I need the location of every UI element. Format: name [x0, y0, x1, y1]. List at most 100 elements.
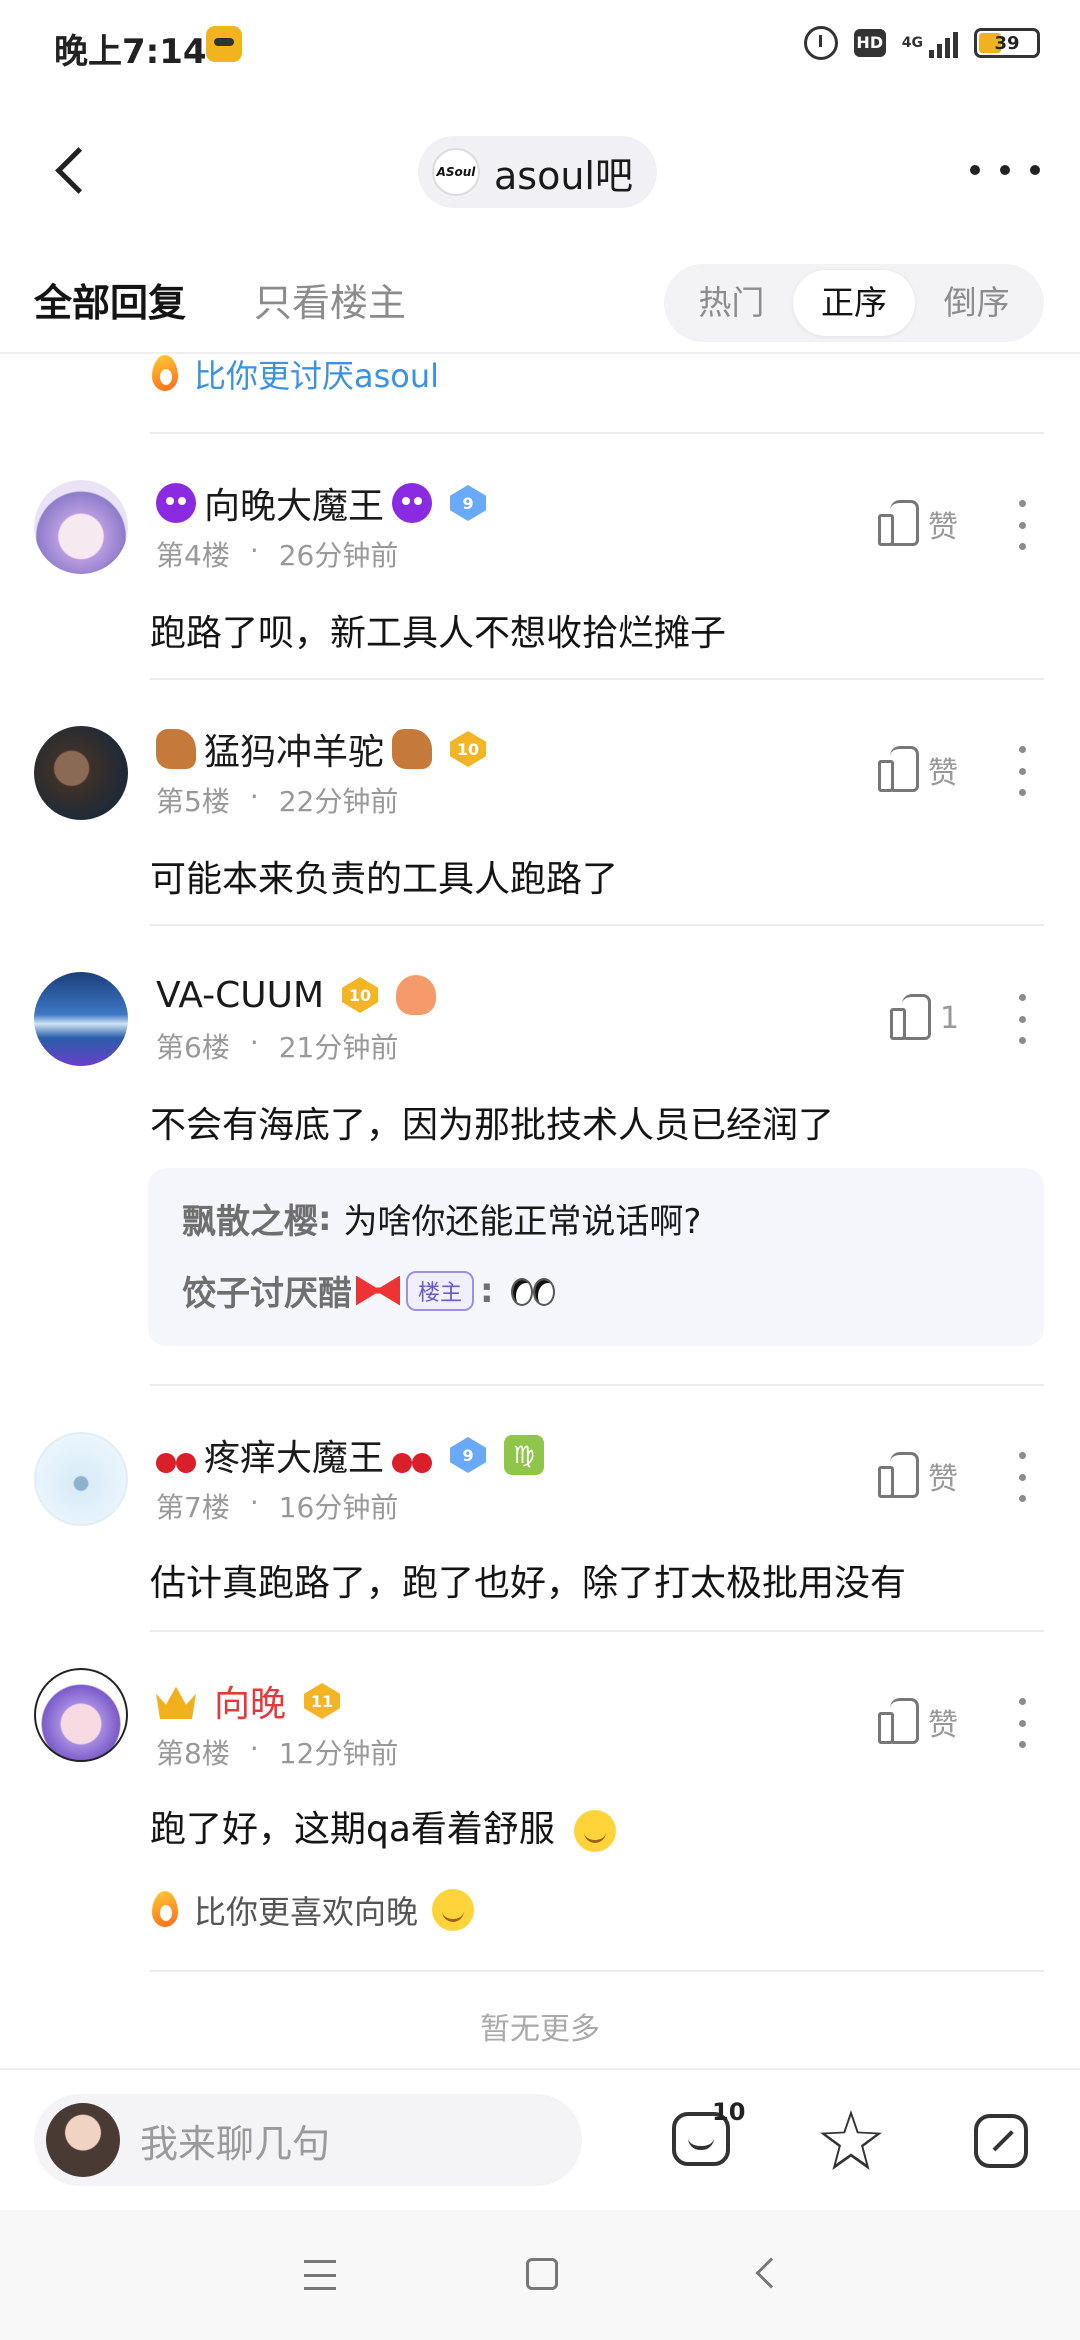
like-count: 1	[940, 1000, 960, 1036]
sub-reply-box[interactable]: 飘散之樱: 为啥你还能正常说话啊? 饺子讨厌醋 楼主 :	[148, 1168, 1044, 1346]
reply-content-row: 跑了好，这期qa看着舒服	[150, 1800, 617, 1852]
reply-content: 可能本来负责的工具人跑路了	[150, 859, 619, 900]
like-button[interactable]: 赞	[878, 746, 958, 792]
avatar[interactable]	[34, 480, 128, 574]
reply-time: 26分钟前	[278, 539, 399, 572]
app-notification-icon	[206, 26, 242, 62]
virgo-badge-icon: ♍	[504, 1435, 545, 1475]
level-badge: 9	[450, 1437, 487, 1473]
network-type: 4G	[901, 35, 923, 51]
username[interactable]: VA-CUUM	[156, 975, 324, 1016]
reply-content: 跑路了呗，新工具人不想收拾烂摊子	[150, 613, 727, 654]
sort-segmented-control: 热门 正序 倒序	[664, 264, 1044, 342]
reply-content: 估计真跑路了，跑了也好，除了打太极批用没有	[150, 1563, 907, 1604]
reply-meta: 第4楼 · 26分钟前	[156, 534, 399, 572]
username[interactable]: 猛犸冲羊驼	[204, 723, 384, 775]
share-icon[interactable]	[974, 2114, 1028, 2168]
cherry-emoji-icon	[392, 1435, 433, 1475]
back-button[interactable]	[40, 140, 100, 200]
thumbs-up-icon	[878, 500, 919, 546]
level-badge: 11	[304, 1683, 341, 1719]
like-count: 赞	[928, 756, 958, 791]
divider	[150, 924, 1044, 926]
like-button[interactable]: 赞	[878, 500, 958, 546]
floor-number: 第5楼	[156, 785, 230, 818]
avatar[interactable]	[34, 726, 128, 820]
fan-badge-icon	[396, 975, 437, 1015]
like-button[interactable]: 1	[890, 994, 960, 1040]
alarm-icon	[803, 26, 838, 60]
avatar[interactable]	[34, 972, 128, 1066]
bottom-action-bar: 我来聊几句 10	[0, 2068, 1080, 2208]
sort-ascending[interactable]: 正序	[792, 270, 916, 336]
reply-more-button[interactable]	[1012, 500, 1032, 550]
divider	[150, 678, 1044, 680]
sub-reply-author[interactable]: 饺子讨厌醋	[182, 1266, 352, 1315]
smile-emoji-icon	[574, 1810, 617, 1852]
reply-more-button[interactable]	[1012, 1452, 1032, 1502]
reply-time: 16分钟前	[278, 1491, 399, 1524]
system-back-icon[interactable]	[755, 2257, 787, 2289]
avatar[interactable]	[34, 1668, 128, 1762]
reply-more-button[interactable]	[1012, 1698, 1032, 1748]
forum-avatar: ASoul	[432, 148, 480, 196]
sort-hot[interactable]: 热门	[670, 270, 793, 336]
like-count: 赞	[928, 1462, 958, 1497]
smile-emoji-icon	[432, 1889, 475, 1931]
tail-text: 比你更讨厌asoul	[194, 357, 440, 395]
divider	[150, 1630, 1044, 1632]
reply-filter-tabs: 全部回复 只看楼主 热门 正序 倒序	[0, 250, 1080, 354]
username[interactable]: 向晚	[214, 1675, 286, 1727]
system-nav-bar	[0, 2210, 1080, 2340]
top-nav: ASoul asoul吧	[0, 110, 1080, 230]
sub-reply-author[interactable]: 飘散之樱	[182, 1194, 318, 1243]
reply-meta: 第8楼 · 12分钟前	[156, 1732, 399, 1770]
sort-descending[interactable]: 倒序	[915, 270, 1038, 336]
more-options-button[interactable]	[970, 150, 1040, 190]
sub-reply: 飘散之樱: 为啥你还能正常说话啊?	[182, 1194, 701, 1243]
horse-emoji-icon	[392, 729, 433, 769]
tail-flame-icon	[150, 353, 180, 395]
hd-icon: HD	[853, 29, 886, 57]
level-badge: 10	[450, 731, 487, 767]
horse-emoji-icon	[156, 729, 196, 769]
like-count: 赞	[928, 1708, 958, 1743]
tail-text: 比你更喜欢向晚	[194, 1893, 419, 1931]
forum-chip[interactable]: ASoul asoul吧	[418, 136, 657, 208]
tab-owner-only[interactable]: 只看楼主	[254, 272, 406, 327]
username-row: VA-CUUM 10	[156, 970, 437, 1020]
reply-more-button[interactable]	[1012, 994, 1032, 1044]
level-badge: 9	[450, 485, 487, 521]
divider	[150, 432, 1044, 434]
tail-flame-icon	[150, 1889, 180, 1931]
reply-tail[interactable]: 比你更讨厌asoul	[150, 344, 439, 404]
devil-emoji-icon	[156, 483, 196, 523]
recent-apps-icon[interactable]	[304, 2260, 336, 2290]
reply-tail[interactable]: 比你更喜欢向晚	[150, 1880, 475, 1940]
avatar[interactable]	[34, 1432, 128, 1526]
username[interactable]: 向晚大魔王	[204, 477, 384, 529]
reply-more-button[interactable]	[1012, 746, 1032, 796]
bow-emoji-icon	[356, 1275, 400, 1306]
forum-name: asoul吧	[494, 153, 633, 198]
reply-meta: 第5楼 · 22分钟前	[156, 780, 399, 818]
reply-input[interactable]: 我来聊几句	[34, 2094, 582, 2186]
like-button[interactable]: 赞	[878, 1452, 958, 1498]
reply-content: 不会有海底了，因为那批技术人员已经润了	[150, 1105, 835, 1146]
tab-all-replies[interactable]: 全部回复	[34, 272, 186, 327]
thumbs-up-icon	[878, 1452, 919, 1498]
crown-icon	[156, 1686, 196, 1719]
username[interactable]: 疼痒大魔王	[204, 1429, 384, 1481]
reply-meta: 第7楼 · 16分钟前	[156, 1486, 399, 1524]
my-avatar	[46, 2103, 120, 2177]
no-more-label: 暂无更多	[480, 2012, 600, 2047]
reply-time: 22分钟前	[278, 785, 399, 818]
status-time: 晚上7:14	[54, 32, 207, 72]
divider	[150, 1384, 1044, 1386]
floor-number: 第7楼	[156, 1491, 230, 1524]
favorite-star-icon[interactable]	[820, 2110, 882, 2170]
owner-tag: 楼主	[406, 1270, 475, 1311]
like-button[interactable]: 赞	[878, 1698, 958, 1744]
home-icon[interactable]	[526, 2258, 558, 2290]
cherry-emoji-icon	[156, 1435, 196, 1475]
